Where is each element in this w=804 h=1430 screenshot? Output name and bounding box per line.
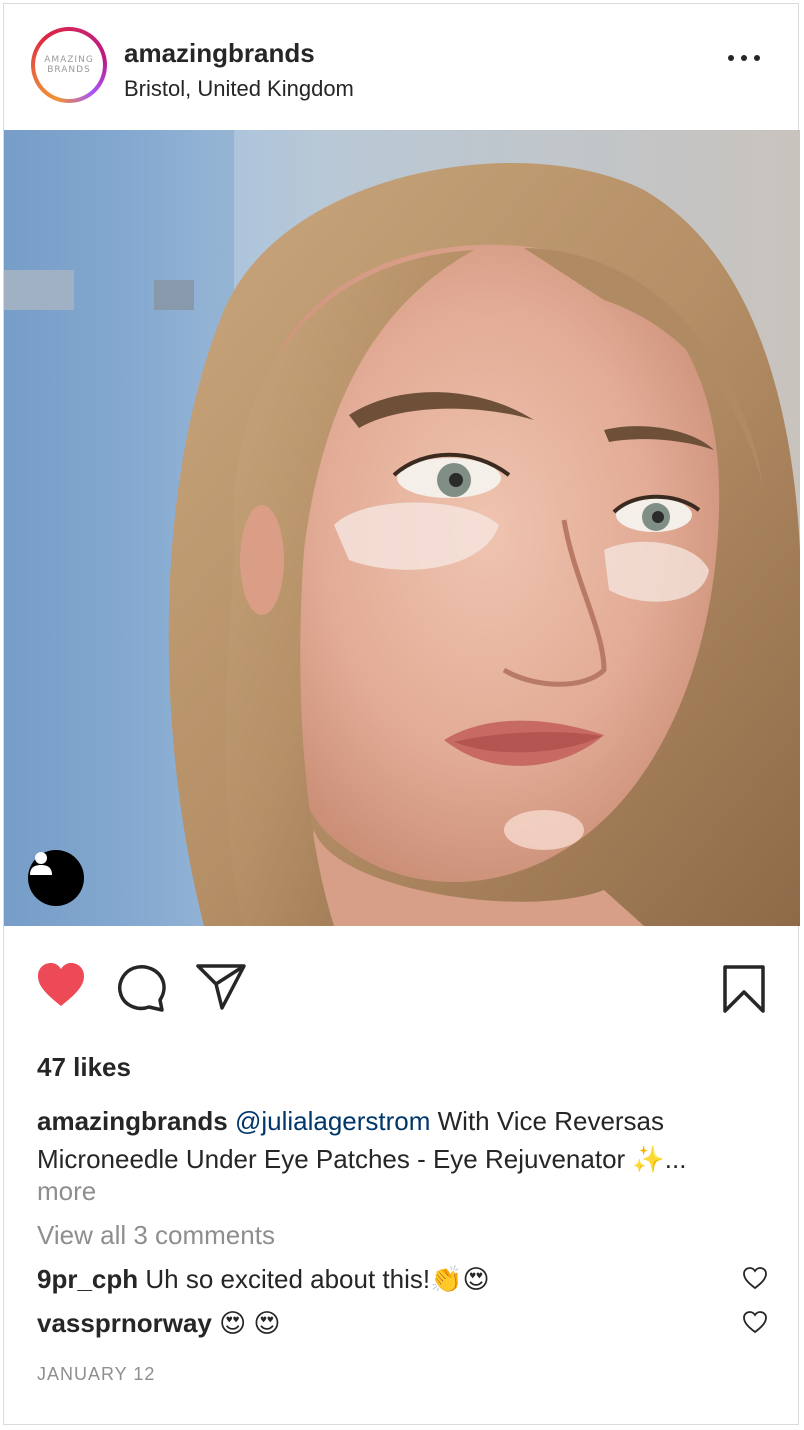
comment-text: 😍 😍	[211, 1308, 281, 1338]
caption-mention[interactable]: @julialagerstrom	[235, 1106, 430, 1136]
heart-filled-icon	[38, 963, 84, 1006]
comment-like-button[interactable]	[742, 1310, 768, 1339]
post-caption: amazingbrands @julialagerstrom With Vice…	[37, 1102, 767, 1178]
comment-username[interactable]: 9pr_cph	[37, 1264, 138, 1294]
post-photo[interactable]	[4, 130, 800, 926]
post-username[interactable]: amazingbrands	[124, 38, 315, 69]
comment-row: vassprnorway 😍 😍	[37, 1308, 281, 1339]
share-button[interactable]	[196, 962, 246, 1015]
paper-plane-icon	[196, 964, 246, 1010]
heart-outline-icon	[743, 1267, 767, 1290]
caption-username[interactable]: amazingbrands	[37, 1106, 228, 1136]
comment-like-button[interactable]	[742, 1266, 768, 1295]
avatar[interactable]: AMAZING BRANDS	[31, 27, 107, 103]
post-date[interactable]: JANUARY 12	[37, 1364, 155, 1385]
bookmark-icon	[723, 965, 765, 1013]
action-bar	[4, 926, 798, 1026]
like-button[interactable]	[36, 962, 86, 1013]
avatar-logo-text: AMAZING BRANDS	[44, 55, 94, 75]
avatar-inner: AMAZING BRANDS	[35, 31, 103, 99]
comment-row: 9pr_cph Uh so excited about this!👏😍	[37, 1264, 490, 1295]
user-tag-icon	[30, 852, 52, 875]
comment-button[interactable]	[116, 962, 166, 1017]
more-options-button[interactable]	[728, 50, 760, 66]
comment-bubble-icon	[118, 965, 166, 1012]
user-tag-button[interactable]	[28, 850, 84, 906]
post-header: AMAZING BRANDS amazingbrands Bristol, Un…	[4, 4, 798, 130]
comment-username[interactable]: vassprnorway	[37, 1308, 212, 1338]
caption-more-link[interactable]: more	[37, 1176, 96, 1207]
more-dots-icon	[741, 55, 747, 61]
heart-outline-icon	[743, 1311, 767, 1334]
more-dots-icon	[754, 55, 760, 61]
post-location[interactable]: Bristol, United Kingdom	[124, 76, 354, 102]
post-card: AMAZING BRANDS amazingbrands Bristol, Un…	[3, 3, 800, 1425]
photo-illustration	[4, 130, 800, 926]
likes-count[interactable]: 47 likes	[37, 1052, 131, 1083]
view-all-comments-link[interactable]: View all 3 comments	[37, 1220, 275, 1251]
more-dots-icon	[728, 55, 734, 61]
comment-text: Uh so excited about this!👏😍	[138, 1264, 490, 1294]
save-button[interactable]	[722, 964, 766, 1019]
